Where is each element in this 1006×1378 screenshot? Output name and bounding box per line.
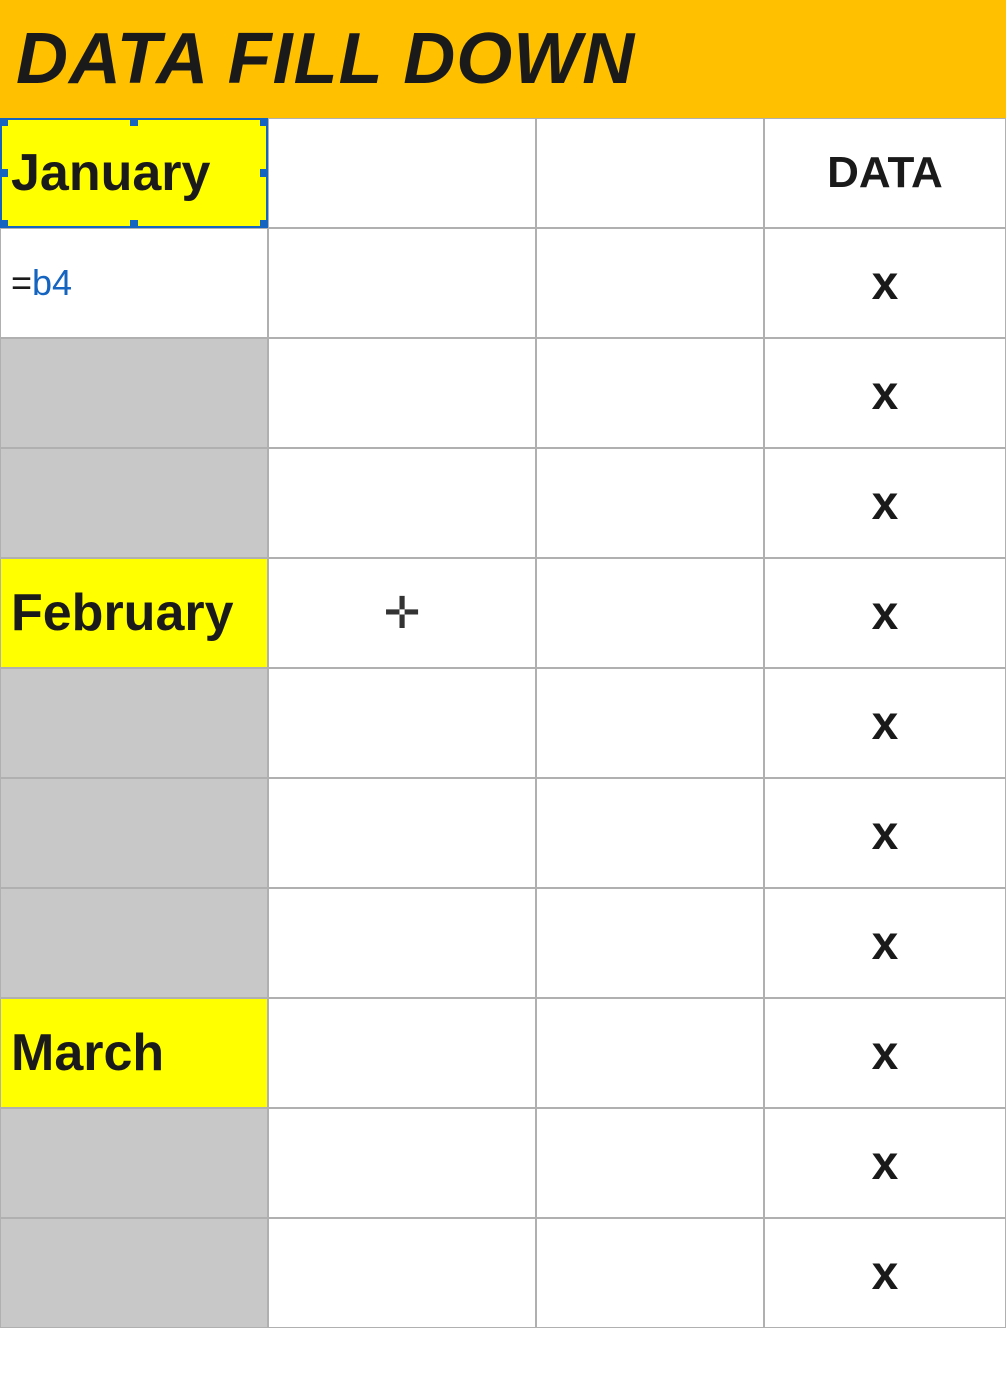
cell-c10[interactable] <box>536 1108 764 1218</box>
cell-d11-x[interactable]: x <box>764 1218 1006 1328</box>
selection-handle-mr <box>260 169 268 177</box>
january-label: January <box>11 143 210 203</box>
cell-a1-january[interactable]: January <box>0 118 268 228</box>
spreadsheet: DATA FILL DOWN January DATA =b4 <box>0 0 1006 1378</box>
cell-a10-gray[interactable] <box>0 1108 268 1218</box>
cell-a2-formula[interactable]: =b4 <box>0 228 268 338</box>
move-cursor-icon: ✛ <box>384 588 421 639</box>
x-marker-3: x <box>872 476 899 531</box>
selection-handle-tm <box>130 118 138 126</box>
february-label: February <box>11 583 234 643</box>
cell-a5-february[interactable]: February <box>0 558 268 668</box>
march-label: March <box>11 1023 164 1083</box>
x-marker-9: x <box>872 1136 899 1191</box>
cell-d3-x[interactable]: x <box>764 338 1006 448</box>
cell-a9-march[interactable]: March <box>0 998 268 1108</box>
x-marker-5: x <box>872 696 899 751</box>
cell-b4[interactable] <box>268 448 536 558</box>
x-marker-4: x <box>872 586 899 641</box>
cell-b8[interactable] <box>268 888 536 998</box>
cell-d10-x[interactable]: x <box>764 1108 1006 1218</box>
cell-b10[interactable] <box>268 1108 536 1218</box>
data-header-label: DATA <box>827 148 943 198</box>
x-marker-8: x <box>872 1026 899 1081</box>
x-marker-7: x <box>872 916 899 971</box>
x-marker-6: x <box>872 806 899 861</box>
formula-eq: = <box>11 262 32 303</box>
cell-b7[interactable] <box>268 778 536 888</box>
cell-c2[interactable] <box>536 228 764 338</box>
selection-handle-tl <box>0 118 8 126</box>
cell-c9[interactable] <box>536 998 764 1108</box>
cell-b2[interactable] <box>268 228 536 338</box>
cell-c3[interactable] <box>536 338 764 448</box>
cell-b9[interactable] <box>268 998 536 1108</box>
cell-b5-cursor[interactable]: ✛ <box>268 558 536 668</box>
x-marker-2: x <box>872 366 899 421</box>
cell-b1[interactable] <box>268 118 536 228</box>
cell-b6[interactable] <box>268 668 536 778</box>
cell-a11-gray[interactable] <box>0 1218 268 1328</box>
x-marker-1: x <box>872 256 899 311</box>
cell-d1-header[interactable]: DATA <box>764 118 1006 228</box>
cell-c4[interactable] <box>536 448 764 558</box>
cell-c6[interactable] <box>536 668 764 778</box>
title-bar: DATA FILL DOWN <box>0 0 1006 118</box>
cell-d9-x[interactable]: x <box>764 998 1006 1108</box>
cell-a6-gray[interactable] <box>0 668 268 778</box>
cell-c5[interactable] <box>536 558 764 668</box>
cell-b3[interactable] <box>268 338 536 448</box>
cell-b11[interactable] <box>268 1218 536 1328</box>
cell-d5-x[interactable]: x <box>764 558 1006 668</box>
selection-handle-tr <box>260 118 268 126</box>
spreadsheet-grid: January DATA =b4 x x x <box>0 118 1006 1328</box>
cell-d4-x[interactable]: x <box>764 448 1006 558</box>
cell-d8-x[interactable]: x <box>764 888 1006 998</box>
selection-handle-bl <box>0 220 8 228</box>
cell-a8-gray[interactable] <box>0 888 268 998</box>
cell-c7[interactable] <box>536 778 764 888</box>
cell-d7-x[interactable]: x <box>764 778 1006 888</box>
cell-c11[interactable] <box>536 1218 764 1328</box>
selection-handle-bm <box>130 220 138 228</box>
cell-a7-gray[interactable] <box>0 778 268 888</box>
page-title: DATA FILL DOWN <box>16 18 635 100</box>
cell-a3-gray[interactable] <box>0 338 268 448</box>
cell-a4-gray[interactable] <box>0 448 268 558</box>
selection-handle-br <box>260 220 268 228</box>
selection-handle-ml <box>0 169 8 177</box>
x-marker-10: x <box>872 1246 899 1301</box>
cell-c8[interactable] <box>536 888 764 998</box>
cell-d6-x[interactable]: x <box>764 668 1006 778</box>
formula-ref: b4 <box>32 262 72 303</box>
cell-c1[interactable] <box>536 118 764 228</box>
cell-d2-x[interactable]: x <box>764 228 1006 338</box>
formula-label: =b4 <box>11 262 72 304</box>
